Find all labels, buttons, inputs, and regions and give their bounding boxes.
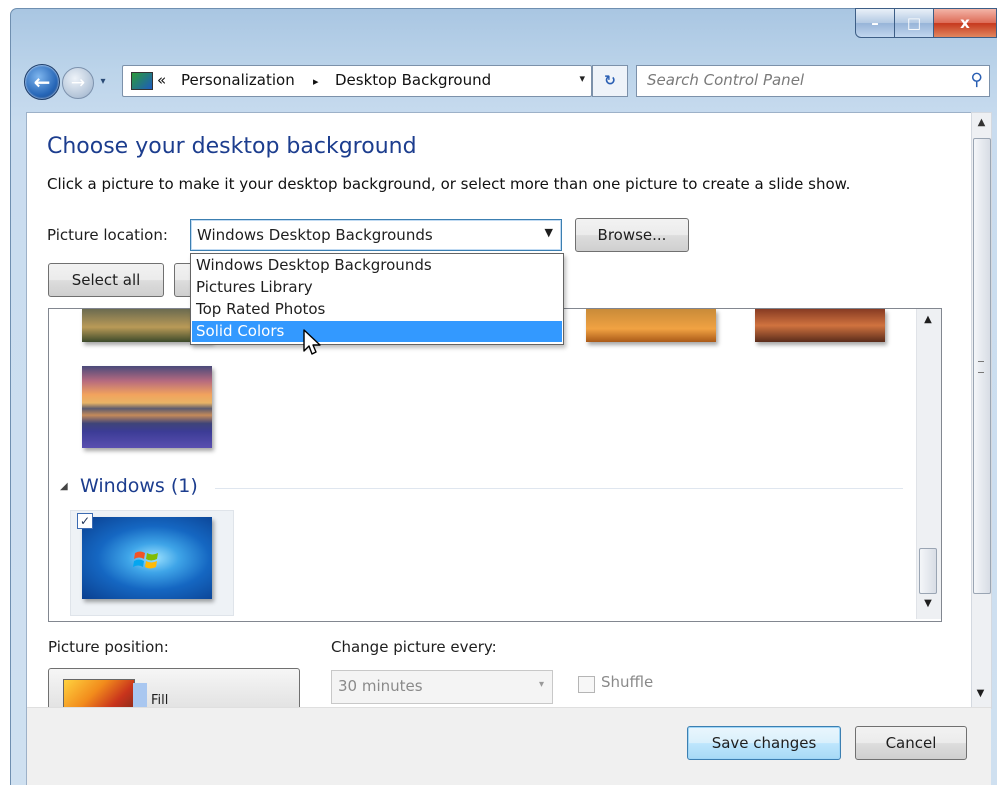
select-all-button[interactable]: Select all [48, 263, 164, 297]
maximize-button[interactable]: □ [895, 8, 934, 38]
picture-location-dropdown-list: Windows Desktop Backgrounds Pictures Lib… [190, 253, 564, 345]
thumbnail-haybale[interactable] [586, 309, 716, 342]
breadcrumb-overflow[interactable]: « [157, 71, 166, 89]
position-preview-backdrop [133, 683, 147, 709]
scroll-grip-icon [978, 361, 984, 373]
thumbnail-checkbox[interactable]: ✓ [77, 513, 93, 529]
group-title-windows[interactable]: Windows (1) [80, 475, 198, 497]
breadcrumb-desktop-background[interactable]: Desktop Background [335, 71, 491, 89]
address-bar[interactable]: « Personalization ▸ Desktop Background ▾ [122, 65, 592, 97]
picture-location-label: Picture location: [47, 226, 168, 244]
dropdown-option[interactable]: Windows Desktop Backgrounds [192, 255, 562, 276]
caption-buttons: – □ x [855, 8, 997, 38]
picture-position-label: Picture position: [48, 638, 169, 656]
breadcrumb-separator-icon[interactable]: ▸ [313, 75, 319, 88]
change-picture-value: 30 minutes [338, 677, 423, 695]
dropdown-arrow-icon[interactable]: ▼ [545, 226, 553, 239]
shuffle-checkbox[interactable] [578, 676, 595, 693]
list-scroll-thumb[interactable] [919, 548, 937, 594]
footer-bar [27, 707, 991, 785]
shuffle-label: Shuffle [601, 673, 654, 691]
picture-location-value: Windows Desktop Backgrounds [197, 226, 433, 244]
group-divider [215, 488, 903, 489]
list-scroll-down-icon[interactable]: ▼ [916, 598, 940, 609]
position-preview-image [63, 679, 135, 709]
refresh-button[interactable]: ↻ [592, 65, 628, 97]
minimize-button[interactable]: – [855, 8, 895, 38]
browse-button[interactable]: Browse... [575, 218, 689, 252]
page-description: Click a picture to make it your desktop … [47, 175, 851, 193]
picture-location-select[interactable]: Windows Desktop Backgrounds ▼ [190, 219, 562, 251]
address-dropdown-icon[interactable]: ▾ [579, 72, 585, 85]
group-collapse-icon[interactable]: ◢ [60, 481, 68, 492]
search-input[interactable]: Search Control Panel ⚲ [636, 65, 990, 97]
mouse-cursor-icon [303, 329, 321, 355]
change-picture-label: Change picture every: [331, 638, 497, 656]
search-icon[interactable]: ⚲ [971, 70, 983, 90]
recent-pages-dropdown[interactable]: ▾ [95, 72, 111, 90]
save-changes-button[interactable]: Save changes [687, 726, 841, 760]
thumbnail-lake-sunset[interactable] [82, 366, 212, 448]
thumbnail-rock-arch[interactable] [755, 309, 885, 342]
search-placeholder: Search Control Panel [647, 71, 805, 89]
scroll-up-icon[interactable]: ▲ [972, 117, 991, 128]
cancel-button[interactable]: Cancel [855, 726, 967, 760]
scroll-down-icon[interactable]: ▼ [971, 688, 990, 699]
change-picture-select[interactable]: 30 minutes ▾ [331, 670, 553, 704]
dropdown-option[interactable]: Top Rated Photos [192, 299, 562, 320]
list-scroll-up-icon[interactable]: ▲ [916, 314, 940, 325]
windows-logo-icon [133, 551, 158, 569]
control-panel-icon [131, 72, 153, 90]
picture-position-value: Fill [151, 693, 169, 708]
dropdown-option[interactable]: Pictures Library [192, 277, 562, 298]
forward-button[interactable]: → [62, 67, 94, 99]
dropdown-arrow-icon[interactable]: ▾ [539, 679, 544, 690]
breadcrumb-personalization[interactable]: Personalization [181, 71, 295, 89]
close-button[interactable]: x [934, 8, 997, 38]
page-title: Choose your desktop background [47, 134, 417, 159]
back-button[interactable]: ← [24, 64, 60, 100]
dropdown-option-highlighted[interactable]: Solid Colors [192, 321, 562, 342]
picture-position-select[interactable]: Fill [48, 668, 300, 710]
